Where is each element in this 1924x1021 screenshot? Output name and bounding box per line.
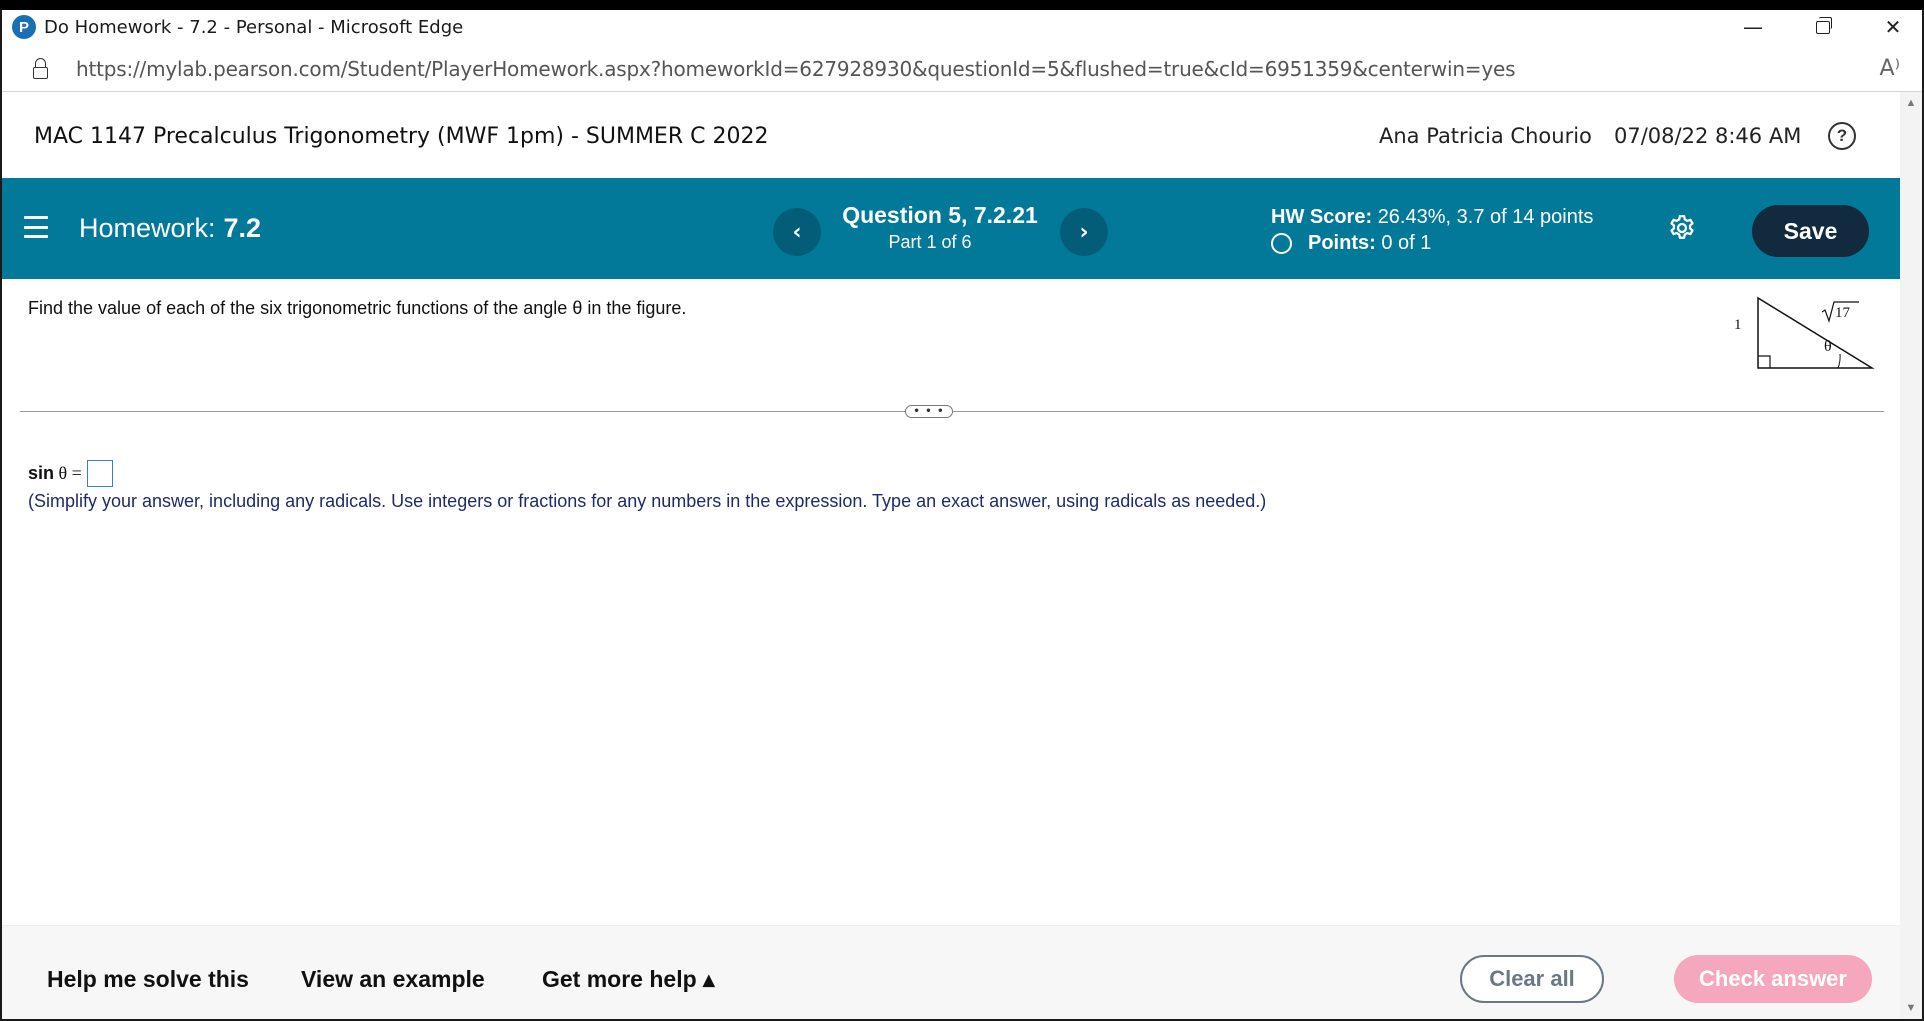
title-bar: P Do Homework - 7.2 - Personal - Microso… xyxy=(2,10,1922,44)
window-title: Do Homework - 7.2 - Personal - Microsoft… xyxy=(44,16,464,38)
homework-bar: Homework: 7.2 ‹ Question 5, 7.2.21 Part 1… xyxy=(2,178,1900,279)
points-row: Points: 0 of 1 xyxy=(1271,232,1431,255)
pane-resize-handle[interactable]: • • • xyxy=(905,405,953,418)
answer-input[interactable] xyxy=(86,460,113,487)
points-label: Points: xyxy=(1308,232,1376,254)
course-header: MAC 1147 Precalculus Trigonometry (MWF 1… xyxy=(2,94,1900,178)
help-me-solve-button[interactable]: Help me solve this xyxy=(47,966,249,993)
scroll-down-arrow-icon[interactable]: ▼ xyxy=(1900,999,1922,1017)
answer-function-label: sin xyxy=(28,463,55,483)
figure-angle-label: θ xyxy=(1824,338,1832,355)
figure-side-label: 1 xyxy=(1734,317,1742,333)
settings-gear-icon[interactable] xyxy=(1667,213,1697,243)
address-bar: https://mylab.pearson.com/Student/Player… xyxy=(2,46,1922,92)
homework-label: Homework: xyxy=(79,213,216,243)
browser-window: P Do Homework - 7.2 - Personal - Microso… xyxy=(0,10,1924,1021)
scroll-up-arrow-icon[interactable]: ▲ xyxy=(1900,94,1922,112)
url-field[interactable]: https://mylab.pearson.com/Student/Player… xyxy=(76,57,1516,81)
hw-score: HW Score: 26.43%, 3.7 of 14 points xyxy=(1271,206,1593,229)
right-triangle-figure: 1 17 θ xyxy=(1734,296,1875,369)
clear-all-button[interactable]: Clear all xyxy=(1460,955,1604,1003)
next-question-button[interactable]: › xyxy=(1060,208,1108,256)
figure-hypotenuse-label: 17 xyxy=(1835,305,1851,321)
restore-icon xyxy=(1816,16,1832,34)
answer-theta-label: θ = xyxy=(58,463,82,483)
question-prompt: Find the value of each of the six trigon… xyxy=(28,298,687,318)
points-status-icon xyxy=(1271,233,1292,254)
restore-button[interactable] xyxy=(1788,10,1858,44)
lock-icon[interactable] xyxy=(33,57,48,79)
hw-score-label: HW Score: xyxy=(1271,206,1373,228)
points-value: 0 of 1 xyxy=(1381,232,1432,254)
course-title: MAC 1147 Precalculus Trigonometry (MWF 1… xyxy=(34,124,769,149)
previous-question-button[interactable]: ‹ xyxy=(773,208,821,256)
get-more-help-button[interactable]: Get more help ▴ xyxy=(542,966,715,993)
question-title: Question 5, 7.2.21 xyxy=(842,202,1038,228)
answer-instructions: (Simplify your answer, including any rad… xyxy=(28,491,1267,511)
close-button[interactable]: ✕ xyxy=(1858,10,1924,44)
view-example-button[interactable]: View an example xyxy=(301,966,485,993)
minimize-button[interactable]: — xyxy=(1718,10,1788,44)
help-icon[interactable]: ? xyxy=(1828,122,1856,150)
pearson-logo-icon: P xyxy=(12,15,36,39)
menu-icon[interactable] xyxy=(24,216,48,238)
student-name: Ana Patricia Chourio xyxy=(1379,124,1592,148)
answer-row: sin θ = xyxy=(28,460,113,487)
homework-title: Homework: 7.2 xyxy=(79,213,261,244)
read-aloud-icon[interactable]: A⁾ xyxy=(1880,56,1900,81)
question-part: Part 1 of 6 xyxy=(888,232,972,252)
save-button[interactable]: Save xyxy=(1752,205,1869,257)
vertical-scrollbar[interactable]: ▲ ▼ xyxy=(1900,92,1922,1019)
footer-bar: Help me solve this View an example Get m… xyxy=(2,925,1900,1019)
current-datetime: 07/08/22 8:46 AM xyxy=(1614,124,1802,148)
homework-number: 7.2 xyxy=(223,213,262,243)
hw-score-value: 26.43%, 3.7 of 14 points xyxy=(1377,206,1594,228)
check-answer-button[interactable]: Check answer xyxy=(1674,955,1872,1003)
